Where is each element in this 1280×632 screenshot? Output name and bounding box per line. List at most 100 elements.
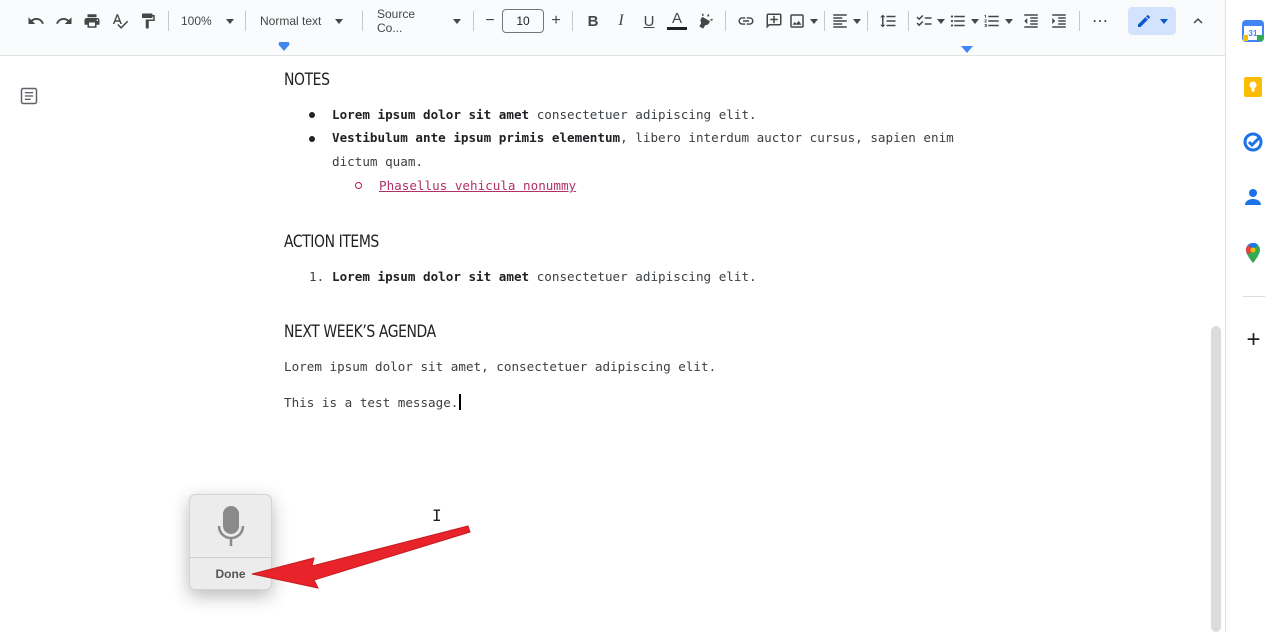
chevron-down-icon [1160, 18, 1168, 24]
keep-icon[interactable] [1242, 76, 1264, 98]
chevron-down-icon [453, 18, 461, 24]
agenda-heading: NEXT WEEK’S AGENDA [284, 322, 436, 342]
svg-text:31: 31 [1249, 29, 1258, 38]
align-left-icon [833, 14, 847, 28]
toolbar-divider [824, 11, 825, 31]
list-item-text: , libero interdum auctor cursus, sapien … [620, 130, 954, 145]
font-family-select[interactable]: Source Co... [369, 6, 467, 36]
undo-button[interactable] [22, 6, 50, 36]
test-paragraph: This is a test message. [284, 391, 462, 415]
style-value: Normal text [260, 14, 322, 28]
chevron-down-icon [335, 18, 344, 24]
underline-button[interactable]: U [635, 6, 663, 36]
toolbar-divider [908, 11, 909, 31]
chevron-down-icon [810, 18, 818, 24]
line-spacing-button[interactable] [874, 6, 902, 36]
test-paragraph-text: This is a test message. [284, 395, 459, 410]
text-cursor [459, 394, 462, 410]
more-options-button[interactable]: ⋯ [1086, 6, 1114, 36]
italic-button[interactable]: I [607, 6, 635, 36]
decrease-indent-icon [1024, 14, 1038, 28]
chevron-down-icon [853, 18, 861, 24]
circle-bullet [355, 182, 362, 189]
increase-font-size-button[interactable]: + [546, 6, 566, 36]
pencil-icon [1138, 14, 1151, 27]
chevron-down-icon [937, 18, 945, 24]
list-item-text: consectetuer adipiscing elit. [529, 269, 757, 284]
spellcheck-button[interactable] [106, 6, 134, 36]
editing-mode-button[interactable] [1128, 7, 1176, 35]
chevron-down-icon [971, 18, 979, 24]
print-icon [84, 14, 100, 28]
side-panel: 31 + [1225, 0, 1280, 632]
toolbar-divider [168, 11, 169, 31]
list-item-continuation: dictum quam. [332, 154, 423, 169]
ruler [0, 42, 1225, 56]
hide-menus-button[interactable] [1184, 6, 1212, 36]
tasks-icon[interactable] [1242, 131, 1264, 153]
list-item: Lorem ipsum dolor sit amet consectetuer … [332, 103, 757, 127]
chevron-down-icon [225, 18, 234, 24]
highlighter-icon [699, 13, 713, 29]
numbered-marker: 1. [309, 269, 325, 284]
document-outline-icon[interactable] [19, 86, 39, 106]
list-item: Vestibulum ante ipsum primis elementum, … [332, 126, 954, 150]
numbered-list-item: Lorem ipsum dolor sit amet consectetuer … [332, 265, 757, 289]
font-size-input[interactable]: 10 [502, 9, 544, 33]
align-button[interactable] [831, 6, 861, 36]
undo-icon [28, 17, 44, 24]
increase-indent-button[interactable] [1045, 6, 1073, 36]
chevron-up-icon [1193, 18, 1203, 24]
decrease-indent-button[interactable] [1017, 6, 1045, 36]
sub-list-item: Phasellus vehicula nonummy [379, 174, 576, 198]
comment-icon [766, 13, 782, 29]
maps-icon[interactable] [1242, 242, 1264, 264]
add-addon-button[interactable]: + [1226, 326, 1280, 354]
paragraph-style-select[interactable]: Normal text [252, 6, 356, 36]
chevron-down-icon [1005, 18, 1013, 24]
text-color-swatch [667, 27, 687, 30]
bullet-dot [309, 136, 315, 142]
red-arrow-annotation [251, 525, 471, 589]
numbered-list-icon [984, 15, 999, 27]
google-docs-window: 100% Normal text Source Co... − 10 + B I… [0, 0, 1280, 632]
contacts-icon[interactable] [1242, 186, 1264, 208]
checklist-button[interactable] [915, 6, 945, 36]
paint-format-icon [142, 13, 155, 29]
right-indent-marker[interactable] [961, 46, 973, 53]
toolbar-divider [362, 11, 363, 31]
highlight-color-button[interactable] [691, 6, 719, 36]
toolbar-divider [867, 11, 868, 31]
add-comment-button[interactable] [760, 6, 788, 36]
insert-image-button[interactable] [788, 6, 818, 36]
increase-indent-icon [1052, 14, 1066, 28]
zoom-select[interactable]: 100% [175, 6, 239, 36]
spellcheck-icon [112, 14, 129, 29]
paint-format-button[interactable] [134, 6, 162, 36]
redo-icon [56, 17, 72, 24]
toolbar-divider [1079, 11, 1080, 31]
action-items-heading: ACTION ITEMS [284, 232, 379, 252]
first-line-indent-marker[interactable] [279, 42, 289, 45]
bulleted-list-icon [950, 15, 965, 27]
left-indent-marker[interactable] [278, 44, 290, 51]
list-item-bold: Lorem ipsum dolor sit amet [332, 269, 530, 284]
decrease-font-size-button[interactable]: − [480, 6, 500, 36]
text-color-glyph: A [671, 10, 682, 27]
toolbar-divider [473, 11, 474, 31]
phasellus-link[interactable]: Phasellus vehicula nonummy [379, 178, 576, 193]
redo-button[interactable] [50, 6, 78, 36]
calendar-icon[interactable]: 31 [1242, 20, 1264, 42]
text-color-button[interactable]: A [663, 6, 691, 36]
numbered-list-button[interactable] [983, 6, 1013, 36]
image-icon [790, 14, 804, 28]
zoom-value: 100% [181, 14, 212, 28]
list-item-text: consectetuer adipiscing elit. [529, 107, 757, 122]
bulleted-list-button[interactable] [949, 6, 979, 36]
insert-link-button[interactable] [732, 6, 760, 36]
link-icon [738, 17, 754, 25]
print-button[interactable] [78, 6, 106, 36]
bold-button[interactable]: B [579, 6, 607, 36]
toolbar-divider [725, 11, 726, 31]
vertical-scrollbar[interactable] [1211, 326, 1221, 632]
